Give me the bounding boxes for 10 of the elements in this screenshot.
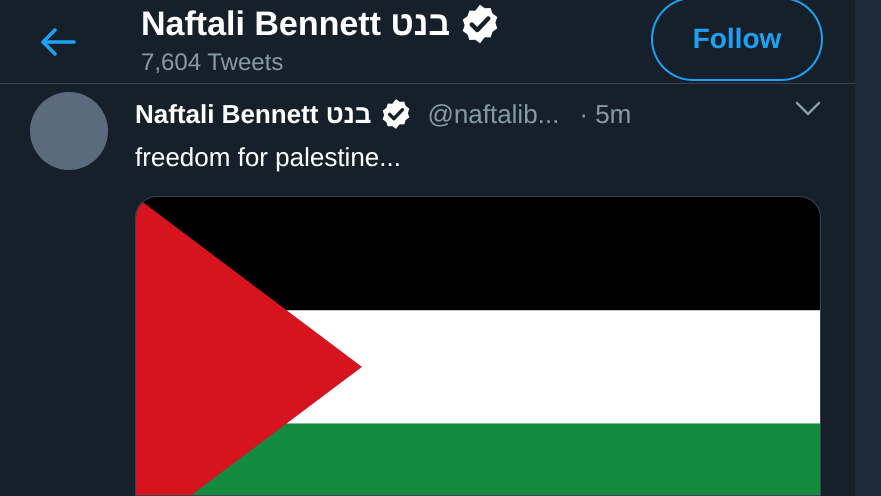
tweet-text: freedom for palestine... [135,141,402,174]
tweet-time: · 5m [579,98,632,130]
tweet-count: 7,604 Tweets [141,48,284,78]
follow-button[interactable]: Follow [651,0,823,80]
back-arrow-icon[interactable] [38,26,78,58]
author-name[interactable]: Naftali Bennett בנט [135,94,372,134]
chevron-down-icon[interactable] [795,101,821,117]
flag-image[interactable] [135,196,821,496]
author-handle[interactable]: @naftalib... [427,94,560,134]
profile-title: Naftali Bennett בנט [141,4,450,44]
